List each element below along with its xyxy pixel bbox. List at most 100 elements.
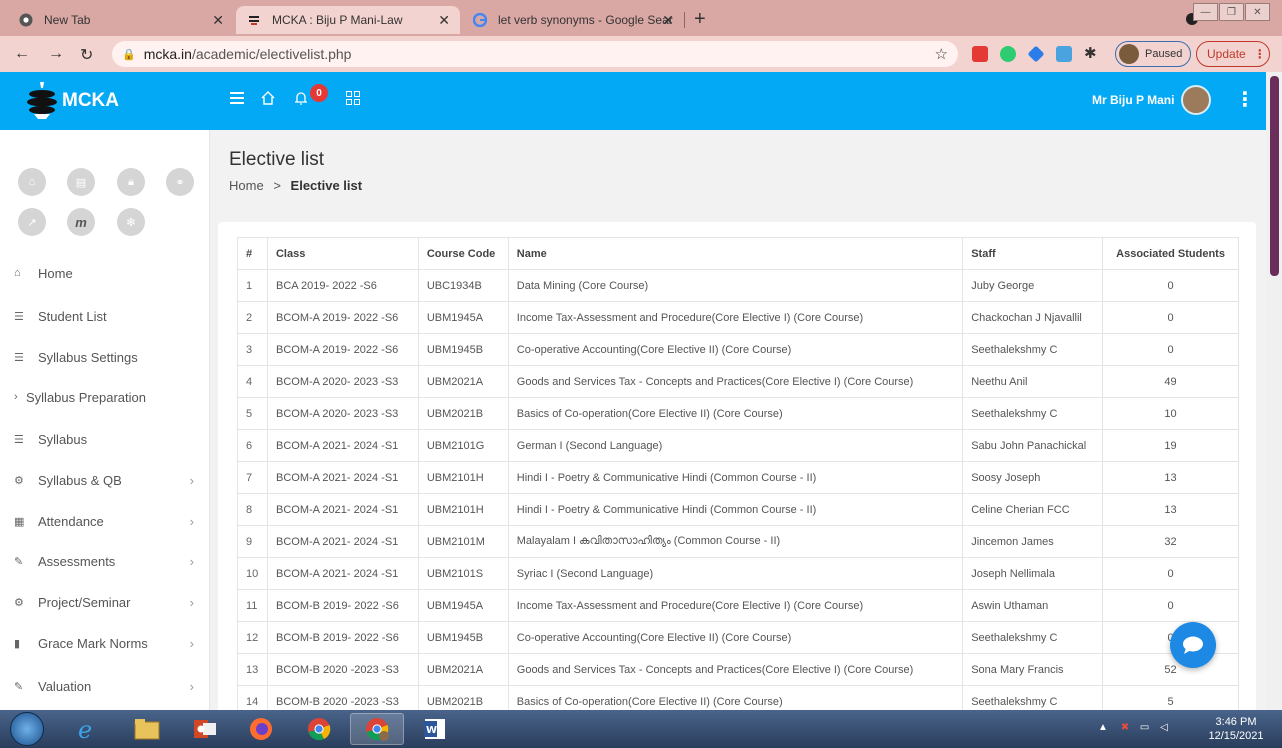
breadcrumb-home[interactable]: Home xyxy=(229,178,264,193)
new-tab-icon[interactable]: + xyxy=(694,8,706,31)
scrollbar-thumb[interactable] xyxy=(1270,76,1279,276)
sidebar-item-attendance[interactable]: ▦ Attendance › xyxy=(0,501,210,541)
home-icon[interactable]: ⌂ xyxy=(18,168,46,196)
table-row[interactable]: 12 BCOM-B 2019- 2022 -S6 UBM1945B Co-operat… xyxy=(237,621,1239,654)
lock-icon[interactable]: 🔒︎ xyxy=(117,168,145,196)
close-tab-icon[interactable]: ✕ xyxy=(438,12,450,29)
sidebar-item-valuation[interactable]: ✎ Valuation › xyxy=(0,666,210,706)
sidebar-item-project-seminar[interactable]: ⚙ Project/Seminar › xyxy=(0,582,210,622)
breadcrumb: Home > Elective list xyxy=(229,178,362,193)
close-tab-icon[interactable]: ✕ xyxy=(212,12,224,29)
display-icon[interactable]: ▭ xyxy=(1140,722,1149,733)
sidebar-item-syllabus-preparation[interactable]: › Syllabus Preparation xyxy=(0,377,210,417)
svg-text:e: e xyxy=(78,716,92,742)
minimize-icon[interactable]: — xyxy=(1193,3,1218,21)
table-row[interactable]: 2 BCOM-A 2019- 2022 -S6 UBM1945A Income Tax… xyxy=(237,301,1239,334)
col-header-index[interactable]: # xyxy=(237,237,268,270)
sidebar-item-assessments[interactable]: ✎ Assessments › xyxy=(0,541,210,581)
external-link-icon[interactable]: ↗ xyxy=(18,208,46,236)
system-tray[interactable]: ▲ ✖ ▭ ◁ xyxy=(1098,722,1168,733)
user-name[interactable]: Mr Biju P Mani xyxy=(1092,93,1174,107)
start-button[interactable] xyxy=(10,712,44,746)
course-name-cell: Goods and Services Tax - Concepts and Pr… xyxy=(507,653,964,686)
table-row[interactable]: 13 BCOM-B 2020 -2023 -S3 UBM2021A Goods and… xyxy=(237,653,1239,686)
chat-button[interactable] xyxy=(1170,622,1216,668)
close-window-icon[interactable]: ✕ xyxy=(1245,3,1270,21)
id-card-icon[interactable]: ▤ xyxy=(67,168,95,196)
table-row[interactable]: 8 BCOM-A 2021- 2024 -S1 UBM2101H Hindi I - … xyxy=(237,493,1239,526)
table-row[interactable]: 3 BCOM-A 2019- 2022 -S6 UBM1945B Co-operati… xyxy=(237,333,1239,366)
firefox-icon[interactable] xyxy=(234,713,288,745)
app-header: MCKA 0 Mr Biju P Mani ⋮ xyxy=(0,72,1266,130)
tab-mcka[interactable]: MCKA : Biju P Mani-Law ✕ xyxy=(236,6,460,34)
gear-icon[interactable]: ✻ xyxy=(117,208,145,236)
cogs-icon: ⚙ xyxy=(14,596,24,609)
bookmark-star-icon[interactable]: ☆ xyxy=(935,45,948,63)
course-name-cell: Co-operative Accounting(Core Elective II… xyxy=(507,621,964,654)
col-header-name[interactable]: Name xyxy=(507,237,964,270)
update-button[interactable]: Update ⋮ xyxy=(1196,41,1270,67)
table-row[interactable]: 7 BCOM-A 2021- 2024 -S1 UBM2101H Hindi I - … xyxy=(237,461,1239,494)
profile-button[interactable]: Paused xyxy=(1115,41,1191,67)
back-icon[interactable]: ← xyxy=(14,45,30,63)
table-row[interactable]: 5 BCOM-A 2020- 2023 -S3 UBM2021B Basics of … xyxy=(237,397,1239,430)
table-row[interactable]: 4 BCOM-A 2020- 2023 -S3 UBM2021A Goods and … xyxy=(237,365,1239,398)
staff-cell: Seethalekshmy C xyxy=(962,621,1104,654)
chrome-taskbar-icon[interactable] xyxy=(292,713,346,745)
url-path: /academic/electivelist.php xyxy=(191,46,352,62)
table-row[interactable]: 10 BCOM-A 2021- 2024 -S1 UBM2101S Syriac I … xyxy=(237,557,1239,590)
col-header-class[interactable]: Class xyxy=(266,237,419,270)
sidebar-item-grace-mark-norms[interactable]: ▮ Grace Mark Norms › xyxy=(0,623,210,663)
sidebar-item-syllabus[interactable]: ☰ Syllabus xyxy=(0,419,210,459)
course-name-cell: Income Tax-Assessment and Procedure(Core… xyxy=(507,301,964,334)
sidebar-item-syllabus-qb[interactable]: ⚙ Syllabus & QB › xyxy=(0,460,210,500)
bell-icon[interactable] xyxy=(293,90,309,111)
file-explorer-icon[interactable] xyxy=(120,713,174,745)
m-icon[interactable]: m xyxy=(67,208,95,236)
staff-cell: Chackochan J Njavallil xyxy=(962,301,1104,334)
table-row[interactable]: 1 BCA 2019- 2022 -S6 UBC1934B Data Mining (… xyxy=(237,269,1239,302)
maximize-icon[interactable]: ❐ xyxy=(1219,3,1244,21)
sidebar-item-home[interactable]: ⌂ Home xyxy=(0,253,210,293)
forward-icon[interactable]: → xyxy=(48,45,64,63)
grammarly-icon[interactable] xyxy=(1000,46,1016,62)
outlook-icon[interactable] xyxy=(178,713,232,745)
more-options-icon[interactable]: ⋮ xyxy=(1235,87,1255,112)
close-tab-icon[interactable]: ✕ xyxy=(662,12,674,29)
col-header-staff[interactable]: Staff xyxy=(962,237,1104,270)
address-bar[interactable]: 🔒 mcka.in/academic/electivelist.php ☆ xyxy=(112,41,958,67)
handshake-icon[interactable]: ⚭ xyxy=(166,168,194,196)
associated-students-cell: 19 xyxy=(1102,429,1239,462)
tab-google-search[interactable]: let verb synonyms - Google Sear ✕ xyxy=(462,6,684,34)
table-row[interactable]: 9 BCOM-A 2021- 2024 -S1 UBM2101M Malayalam … xyxy=(237,525,1239,558)
volume-muted-icon[interactable]: ◁ xyxy=(1160,722,1168,733)
table-row[interactable]: 6 BCOM-A 2021- 2024 -S1 UBM2101G German I (… xyxy=(237,429,1239,462)
sidebar-item-syllabus-settings[interactable]: ☰ Syllabus Settings xyxy=(0,337,210,377)
course-name-cell: Income Tax-Assessment and Procedure(Core… xyxy=(507,589,964,622)
extension-red-icon[interactable] xyxy=(972,46,988,62)
associated-students-cell: 32 xyxy=(1102,525,1239,558)
network-warning-icon[interactable]: ✖ xyxy=(1121,722,1129,733)
word-icon[interactable]: W xyxy=(408,713,462,745)
col-header-course-code[interactable]: Course Code xyxy=(417,237,509,270)
book-icon: ▮ xyxy=(14,637,21,650)
course-name-cell: German I (Second Language) xyxy=(507,429,964,462)
tray-expand-icon[interactable]: ▲ xyxy=(1098,722,1108,733)
extension-blue-icon[interactable] xyxy=(1027,45,1045,63)
tab-new-tab[interactable]: New Tab ✕ xyxy=(8,6,234,34)
extensions-puzzle-icon[interactable]: ✱ xyxy=(1084,44,1097,62)
sidebar-item-student-list[interactable]: ☰ Student List xyxy=(0,296,210,336)
home-icon[interactable] xyxy=(260,90,276,111)
col-header-associated-students[interactable]: Associated Students xyxy=(1102,237,1239,270)
taskbar-clock[interactable]: 3:46 PM 12/15/2021 xyxy=(1198,715,1274,743)
user-avatar[interactable] xyxy=(1181,85,1211,115)
sidebar-item-label: Home xyxy=(38,265,73,281)
apps-grid-icon[interactable] xyxy=(345,90,361,111)
internet-explorer-icon[interactable]: e xyxy=(60,713,114,745)
menu-toggle-icon[interactable] xyxy=(229,90,245,111)
extension-drive-icon[interactable] xyxy=(1056,46,1072,62)
browser-toolbar: ← → ↻ 🔒 mcka.in/academic/electivelist.ph… xyxy=(0,36,1282,72)
reload-icon[interactable]: ↻ xyxy=(80,45,93,65)
table-row[interactable]: 11 BCOM-B 2019- 2022 -S6 UBM1945A Income Ta… xyxy=(237,589,1239,622)
chrome-profile-taskbar-icon[interactable] xyxy=(350,713,404,745)
